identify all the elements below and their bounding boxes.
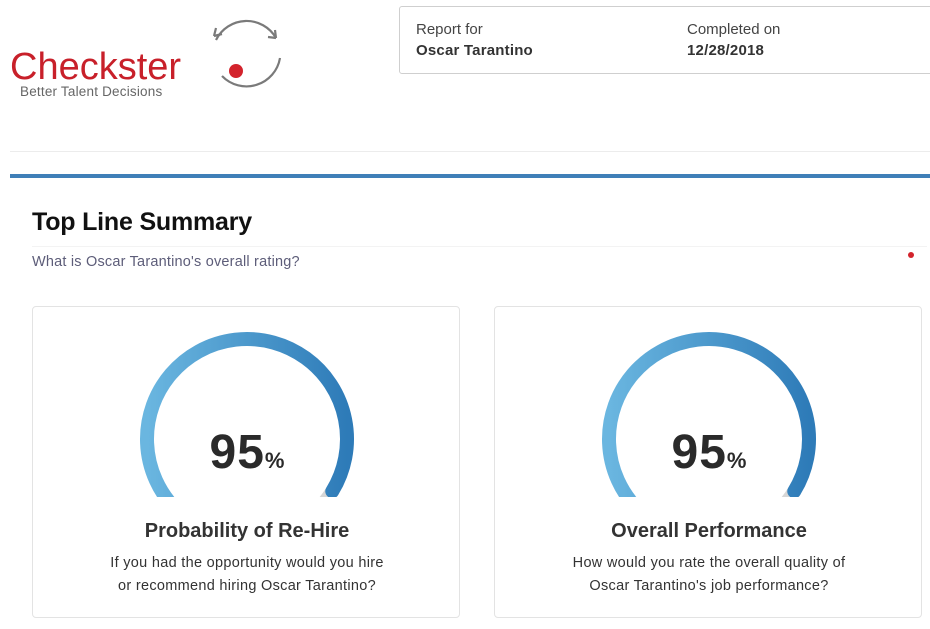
metric-question: How would you rate the overall quality o… (495, 552, 923, 598)
gauge-unit: % (726, 448, 747, 473)
gauge-number: 95 (671, 426, 727, 479)
completed-label: Completed on (687, 21, 781, 38)
section-title: Top Line Summary (32, 208, 252, 236)
report-for-block: Report for Oscar Tarantino (416, 20, 533, 62)
metric-title: Probability of Re-Hire (144, 520, 350, 542)
metric-question-line: How would you rate the overall quality o… (572, 555, 846, 571)
candidate-name: Oscar Tarantino (416, 42, 533, 59)
completed-block: Completed on 12/28/2018 (687, 20, 780, 62)
metric-question: If you had the opportunity would you hir… (33, 552, 461, 598)
circular-arrows-icon (212, 19, 282, 88)
metric-question-line: If you had the opportunity would you hir… (110, 555, 384, 571)
completed-date: 12/28/2018 (687, 42, 765, 59)
metric-card-rehire: 95% Probability of Re-Hire If you had th… (32, 306, 460, 618)
title-divider (32, 246, 927, 247)
top-line-summary-section: Top Line Summary What is Oscar Tarantino… (10, 174, 930, 629)
metric-title: Overall Performance (611, 520, 807, 542)
checkster-logo: Checkster Better Talent Decisions (8, 10, 288, 110)
section-question: What is Oscar Tarantino's overall rating… (32, 254, 300, 270)
metric-question-line: Oscar Tarantino's job performance? (589, 578, 829, 594)
report-for-label: Report for (416, 21, 483, 38)
header-divider (10, 151, 930, 152)
indicator-dot (908, 252, 914, 258)
gauge-number: 95 (209, 426, 265, 479)
gauge-value: 95% (33, 425, 461, 480)
gauge-value: 95% (495, 425, 923, 480)
metric-question-line: or recommend hiring Oscar Tarantino? (118, 578, 376, 594)
gauge-unit: % (264, 448, 285, 473)
logo-wordmark: Checkster (10, 46, 182, 88)
report-info-box: Report for Oscar Tarantino Completed on … (399, 6, 930, 74)
logo-tagline: Better Talent Decisions (20, 84, 163, 99)
metric-card-performance: 95% Overall Performance How would you ra… (494, 306, 922, 618)
report-page: Checkster Better Talent Decisions Report… (0, 0, 930, 629)
